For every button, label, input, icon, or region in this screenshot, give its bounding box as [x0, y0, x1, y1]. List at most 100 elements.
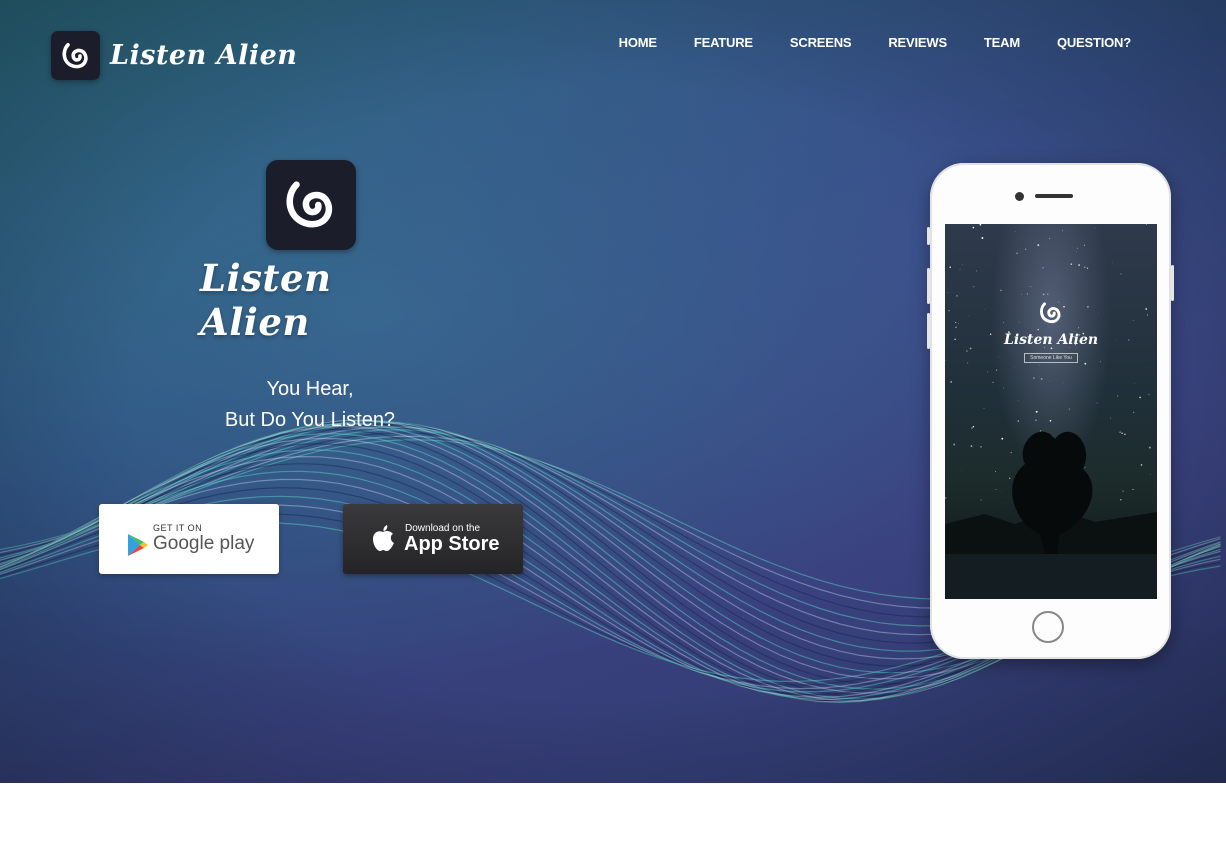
nav-feature[interactable]: FEATURE: [694, 35, 753, 50]
listen-alien-logo-icon: [51, 31, 100, 80]
star: [1019, 321, 1020, 323]
tagline-line-1: You Hear,: [266, 378, 354, 400]
star: [976, 270, 977, 272]
star: [992, 381, 994, 384]
brand-name: Listen Alien: [110, 40, 298, 71]
main-nav: HOME FEATURE SCREENS REVIEWS TEAM QUESTI…: [619, 35, 1132, 50]
star: [1140, 464, 1143, 466]
star: [949, 266, 951, 268]
listen-alien-app-icon: [266, 160, 356, 250]
star: [1035, 419, 1037, 422]
star: [1040, 377, 1043, 380]
google-play-big-text: Google play: [153, 533, 255, 554]
star: [980, 234, 982, 235]
nav-reviews[interactable]: REVIEWS: [888, 35, 947, 50]
star: [1117, 395, 1119, 397]
star: [1148, 394, 1150, 396]
star: [998, 356, 1000, 358]
nav-question[interactable]: QUESTION?: [1057, 35, 1131, 50]
star: [1030, 285, 1032, 288]
star: [1021, 293, 1022, 295]
star: [966, 350, 968, 352]
star: [1076, 247, 1078, 249]
star: [1132, 488, 1134, 490]
star: [1026, 293, 1028, 295]
star: [959, 268, 961, 270]
star: [1037, 328, 1039, 331]
phone-volume-up: [927, 268, 930, 304]
phone-volume-down: [927, 313, 930, 349]
nav-screens[interactable]: SCREENS: [790, 35, 852, 50]
star: [1010, 452, 1012, 454]
star: [1149, 473, 1151, 475]
star: [1139, 396, 1141, 399]
star: [961, 263, 963, 265]
hero-tagline: You Hear, But Do You Listen?: [180, 374, 440, 436]
star: [1120, 273, 1122, 275]
star: [983, 407, 985, 409]
star: [972, 426, 975, 428]
star: [1062, 230, 1064, 232]
site-logo[interactable]: Listen Alien: [51, 31, 297, 80]
star: [1096, 402, 1098, 404]
star: [1003, 387, 1004, 389]
app-store-button[interactable]: Download on the App Store: [343, 504, 523, 574]
star: [958, 323, 959, 324]
star: [1124, 433, 1126, 435]
night-sky-image: [945, 224, 1157, 599]
phone-speaker: [1035, 194, 1073, 198]
star: [1084, 362, 1087, 365]
phone-side-button: [927, 227, 930, 245]
star: [1017, 400, 1019, 401]
star: [967, 362, 969, 364]
hero-logo-block: Listen Alien: [200, 160, 422, 344]
star: [1112, 261, 1113, 263]
star: [979, 224, 982, 226]
star: [945, 497, 947, 499]
star: [1040, 430, 1042, 432]
star: [970, 445, 973, 448]
google-play-button[interactable]: GET IT ON Google play: [99, 504, 279, 574]
star: [1099, 361, 1101, 363]
star: [1148, 446, 1151, 449]
google-play-icon: [128, 534, 148, 556]
star: [1016, 252, 1018, 255]
star: [1035, 410, 1038, 413]
phone-mockup: Listen Alien Someone Like You: [927, 163, 1174, 659]
star: [1110, 417, 1111, 419]
star: [1145, 224, 1147, 225]
star: [1132, 320, 1134, 321]
star: [1086, 267, 1089, 269]
screen-logo-icon: [1040, 302, 1061, 324]
star: [1146, 314, 1149, 316]
star: [1033, 377, 1035, 379]
star: [1014, 366, 1015, 368]
star: [1145, 308, 1148, 310]
star: [1009, 477, 1011, 479]
star: [1000, 289, 1002, 292]
star: [968, 315, 970, 317]
star: [1121, 432, 1123, 434]
star: [1001, 437, 1004, 440]
star: [1070, 263, 1073, 265]
nav-team[interactable]: TEAM: [984, 35, 1020, 50]
google-play-small-text: GET IT ON: [153, 523, 203, 533]
star: [1037, 244, 1040, 247]
star: [955, 322, 957, 323]
star: [1047, 293, 1049, 295]
star: [981, 237, 984, 239]
star: [956, 295, 958, 297]
star: [1017, 420, 1019, 422]
star: [1003, 322, 1004, 324]
star: [955, 326, 957, 328]
star: [995, 489, 997, 490]
star: [1134, 382, 1135, 384]
screen-app-title: Listen Alien: [1003, 332, 1099, 348]
star: [950, 381, 952, 383]
star: [961, 470, 962, 471]
star: [973, 286, 975, 288]
star: [1119, 498, 1122, 501]
star: [1122, 490, 1124, 492]
nav-home[interactable]: HOME: [619, 35, 657, 50]
app-store-big-text: App Store: [404, 533, 500, 555]
